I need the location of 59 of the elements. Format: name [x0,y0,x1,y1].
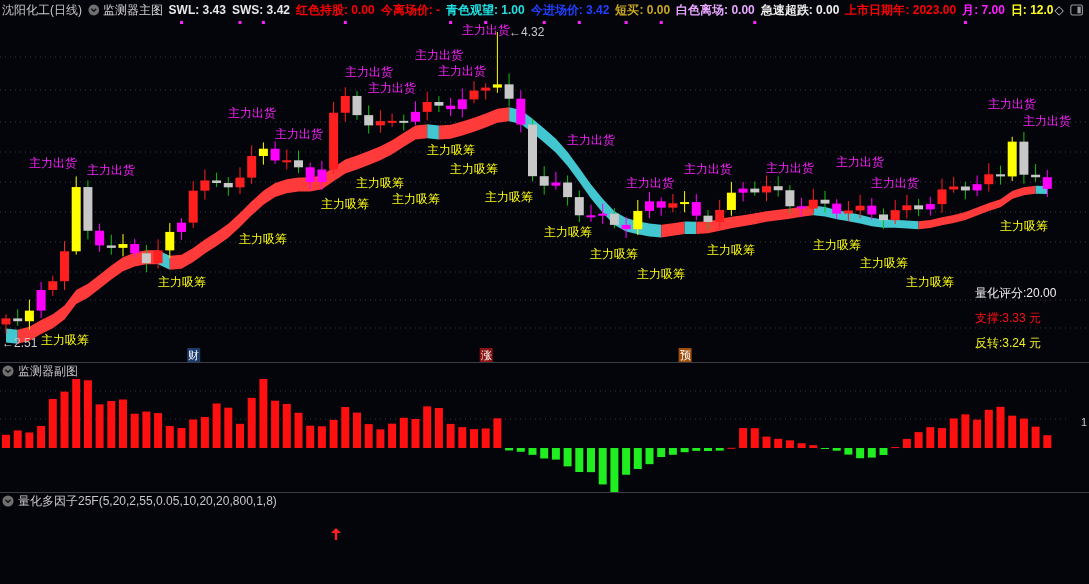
high-price-label: ←4.32 [509,25,545,39]
signal-label: 主力出货 [625,176,674,191]
score-label: 反转:3.24 元 [975,336,1042,350]
stock-title: 沈阳化工(日线) [2,1,82,19]
score-label: 支撑:3.33 元 [975,311,1042,325]
indicator-readout: 月: 7.00 [962,1,1005,19]
signal-label: 主力吸筹 [812,237,861,252]
signal-label: 主力出货 [1023,113,1072,128]
indicator-readout: 今进场价: 3.42 [530,1,610,19]
signal-label: 主力吸筹 [426,143,475,157]
signal-label: 主力出货 [28,155,77,170]
signal-label: 主力吸筹 [485,189,534,204]
signal-label: 主力吸筹 [391,192,440,206]
signal-label: 主力出货 [567,132,615,147]
signal-label: 主力出货 [274,126,323,141]
signal-label: 主力吸筹 [637,266,686,281]
signal-label: 主力吸筹 [543,224,592,239]
signal-label: 主力吸筹 [239,231,288,246]
signal-label: 主力出货 [871,175,920,190]
signal-label: 主力吸筹 [906,274,955,289]
signal-label: 主力出货 [344,65,393,80]
signal-label: 主力出货 [765,161,814,176]
signal-label: 主力吸筹 [356,175,405,190]
event-marker[interactable]: 财 [187,348,201,362]
indicator-name: 监测器主图 [102,1,163,19]
indicator-readout: SWS: 3.42 [231,3,290,17]
event-marker[interactable]: 涨 [479,348,493,362]
signal-label: 主力吸筹 [321,196,370,211]
indicator-readout: 急速超跌: 0.00 [760,1,840,19]
panel-title: 量化多因子25F(5,20,2,55,0.05,10,20,20,800,1,8) [18,492,277,510]
signal-label: 主力吸筹 [40,333,89,347]
end-mark: ◇ [1054,3,1064,17]
signal-label: 主力出货 [836,154,885,169]
signal-label: 主力出货 [87,162,136,177]
signal-label: 主力吸筹 [590,247,639,262]
indicator-readout: 今离场价: - [380,1,440,19]
signal-label: 主力吸筹 [450,162,498,177]
signal-label: 主力出货 [438,64,487,79]
signal-label: 主力吸筹 [707,242,756,257]
signal-label: 主力出货 [368,81,417,96]
score-label: 量化评分:20.00 [975,286,1057,300]
panel-title: 监测器副图 [18,362,78,380]
signal-label: 主力吸筹 [999,218,1048,233]
signal-label: 主力出货 [461,23,510,37]
indicator-readout: 短买: 0.00 [615,1,671,19]
indicator-readout: 红色持股: 0.00 [296,1,375,19]
event-marker[interactable]: 预 [678,348,692,362]
indicator-readout: 青色观望: 1.00 [446,1,525,19]
indicator-readout: 白色离场: 0.00 [676,1,755,19]
indicator-readout: 日: 12.0 [1010,1,1054,19]
signal-label: 主力出货 [414,48,463,63]
signal-label: 主力吸筹 [859,256,908,271]
signal-label: 主力吸筹 [157,274,206,289]
axis-label: 1 [1081,416,1088,428]
indicator-readout: 上市日期年: 2023.00 [845,1,957,19]
signal-label: 主力出货 [988,96,1037,111]
indicator-readout: SWL: 3.43 [168,3,226,17]
signal-label: 主力出货 [227,105,276,120]
signal-label: 主力出货 [684,162,732,177]
